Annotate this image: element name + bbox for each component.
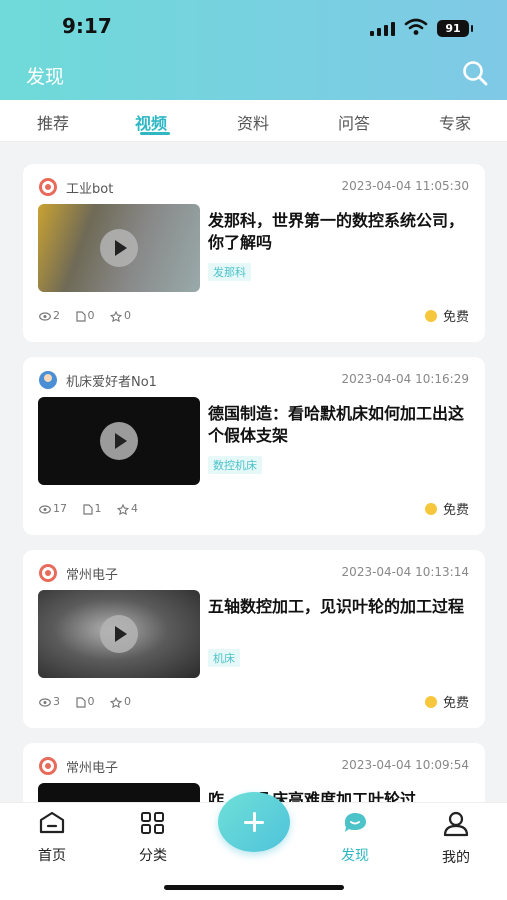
author-name[interactable]: 工业bot bbox=[66, 178, 113, 197]
active-tab-indicator bbox=[140, 132, 170, 135]
avatar bbox=[39, 178, 57, 196]
avatar bbox=[39, 757, 57, 775]
video-thumbnail[interactable] bbox=[38, 783, 200, 802]
files-count: 1 bbox=[94, 502, 102, 515]
price-label: 免费 bbox=[442, 310, 469, 325]
price-badge: 免费 bbox=[424, 499, 469, 518]
video-thumbnail[interactable] bbox=[38, 397, 200, 485]
files-count: 0 bbox=[87, 309, 95, 322]
cellular-signal-icon bbox=[370, 22, 396, 36]
video-feed: 工业bot 2023-04-04 11:05:30 发那科，世界第一的数控系统公… bbox=[0, 142, 507, 802]
document-icon bbox=[82, 503, 93, 515]
category-tabs: 推荐 视频 资料 问答 专家 bbox=[0, 100, 507, 142]
video-stats: 2 0 0 bbox=[39, 309, 143, 322]
star-icon bbox=[117, 503, 129, 515]
person-icon bbox=[443, 811, 469, 837]
nav-profile-label: 我的 bbox=[442, 850, 470, 866]
files-count: 0 bbox=[87, 695, 95, 708]
home-icon bbox=[39, 811, 65, 834]
tab-qa[interactable]: 问答 bbox=[338, 110, 370, 134]
eye-icon bbox=[39, 697, 51, 707]
chat-bubble-icon bbox=[345, 813, 366, 832]
star-icon bbox=[110, 310, 122, 322]
price-label: 免费 bbox=[442, 503, 469, 518]
author-name[interactable]: 常州电子 bbox=[66, 564, 118, 583]
play-icon[interactable] bbox=[100, 615, 138, 653]
video-card[interactable]: 常州电子 2023-04-04 10:13:14 五轴数控加工，见识叶轮的加工过… bbox=[23, 550, 485, 728]
coin-icon bbox=[424, 696, 437, 708]
video-thumbnail[interactable] bbox=[38, 590, 200, 678]
play-icon[interactable] bbox=[100, 229, 138, 267]
wifi-icon bbox=[404, 18, 428, 35]
nav-profile[interactable]: 我的 bbox=[426, 811, 486, 867]
tab-video[interactable]: 视频 bbox=[135, 110, 167, 134]
stars-count: 0 bbox=[124, 695, 131, 708]
post-date: 2023-04-04 11:05:30 bbox=[341, 179, 469, 193]
home-indicator bbox=[164, 885, 344, 890]
author-name[interactable]: 机床爱好者No1 bbox=[66, 371, 157, 390]
nav-category-label: 分类 bbox=[139, 848, 167, 864]
author-name[interactable]: 常州电子 bbox=[66, 757, 118, 776]
nav-home-label: 首页 bbox=[38, 848, 66, 864]
video-thumbnail[interactable] bbox=[38, 204, 200, 292]
views-count: 3 bbox=[53, 695, 60, 708]
battery-icon: 91 bbox=[437, 20, 473, 37]
price-badge: 免费 bbox=[424, 692, 469, 711]
video-title[interactable]: 发那科，世界第一的数控系统公司，你了解吗 bbox=[208, 210, 470, 254]
price-label: 免费 bbox=[442, 696, 469, 711]
video-tag[interactable]: 数控机床 bbox=[208, 456, 262, 474]
video-card[interactable]: 机床爱好者No1 2023-04-04 10:16:29 德国制造：看哈默机床如… bbox=[23, 357, 485, 535]
avatar bbox=[39, 371, 57, 389]
stars-count: 0 bbox=[124, 309, 131, 322]
post-date: 2023-04-04 10:09:54 bbox=[341, 758, 469, 772]
video-title[interactable]: 德国制造：看哈默机床如何加工出这个假体支架 bbox=[208, 403, 470, 447]
nav-discover-label: 发现 bbox=[341, 848, 369, 864]
price-badge: 免费 bbox=[424, 306, 469, 325]
video-card[interactable]: 工业bot 2023-04-04 11:05:30 发那科，世界第一的数控系统公… bbox=[23, 164, 485, 342]
video-title[interactable]: 五轴数控加工，见识叶轮的加工过程 bbox=[208, 596, 470, 618]
video-tag[interactable]: 机床 bbox=[208, 649, 240, 667]
tab-materials[interactable]: 资料 bbox=[237, 110, 269, 134]
video-stats: 17 1 4 bbox=[39, 502, 150, 515]
post-date: 2023-04-04 10:16:29 bbox=[341, 372, 469, 386]
grid-icon bbox=[141, 812, 164, 834]
play-icon[interactable] bbox=[100, 422, 138, 460]
add-post-button[interactable] bbox=[218, 792, 290, 852]
nav-discover[interactable]: 发现 bbox=[325, 811, 385, 865]
coin-icon bbox=[424, 503, 437, 515]
avatar bbox=[39, 564, 57, 582]
star-icon bbox=[110, 696, 122, 708]
document-icon bbox=[75, 310, 86, 322]
video-stats: 3 0 0 bbox=[39, 695, 143, 708]
tab-experts[interactable]: 专家 bbox=[439, 110, 471, 134]
status-time: 9:17 bbox=[62, 14, 112, 38]
video-tag[interactable]: 发那科 bbox=[208, 263, 251, 281]
stars-count: 4 bbox=[131, 502, 138, 515]
nav-category[interactable]: 分类 bbox=[123, 811, 183, 865]
coin-icon bbox=[424, 310, 437, 322]
views-count: 17 bbox=[53, 502, 67, 515]
search-icon[interactable] bbox=[461, 59, 489, 87]
eye-icon bbox=[39, 504, 51, 514]
status-bar: 9:17 91 bbox=[0, 0, 507, 52]
page-title: 发现 bbox=[26, 66, 65, 88]
eye-icon bbox=[39, 311, 51, 321]
nav-home[interactable]: 首页 bbox=[22, 811, 82, 865]
document-icon bbox=[75, 696, 86, 708]
post-date: 2023-04-04 10:13:14 bbox=[341, 565, 469, 579]
views-count: 2 bbox=[53, 309, 60, 322]
tab-recommend[interactable]: 推荐 bbox=[37, 110, 69, 134]
